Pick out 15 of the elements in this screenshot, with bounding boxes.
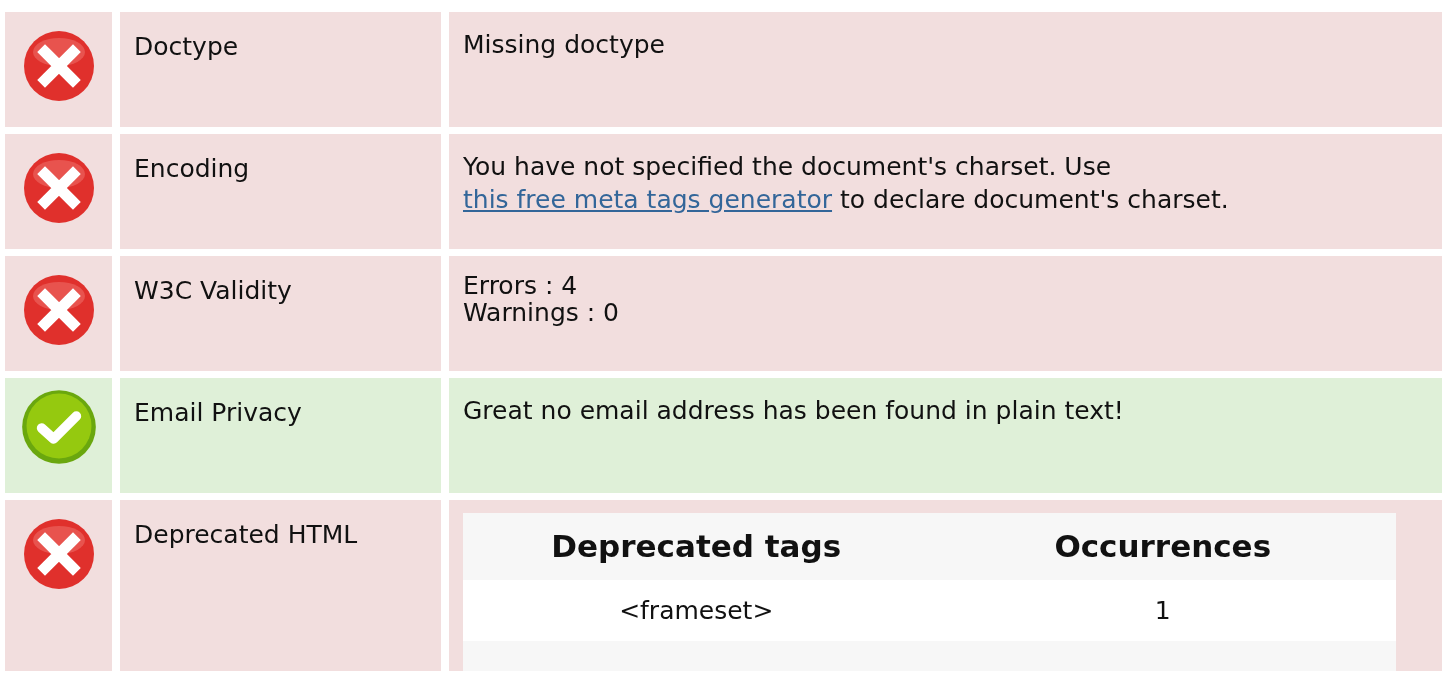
check-label: W3C Validity bbox=[134, 276, 292, 305]
check-label: Email Privacy bbox=[134, 398, 302, 427]
table-cell: 1 bbox=[1154, 595, 1171, 625]
table-cell: <frameset> bbox=[619, 595, 774, 625]
column-header: Deprecated tags bbox=[551, 528, 842, 565]
column-header: Occurrences bbox=[1054, 528, 1272, 565]
generator-link[interactable]: this free meta tags generator bbox=[463, 185, 833, 214]
check-label: Deprecated HTML bbox=[134, 520, 358, 549]
check-label: Doctype bbox=[134, 32, 239, 61]
result-text: You have not specified the document's charset. Use this free meta tags generator to declare document's charset. bbox=[463, 151, 1230, 216]
result-text: Errors : 4 bbox=[463, 271, 578, 300]
result-text: Warnings : 0 bbox=[463, 298, 620, 327]
check-label: Encoding bbox=[134, 154, 250, 183]
result-text: Great no email address has been found in plain text! bbox=[463, 396, 1124, 425]
result-text: Missing doctype bbox=[463, 30, 665, 59]
